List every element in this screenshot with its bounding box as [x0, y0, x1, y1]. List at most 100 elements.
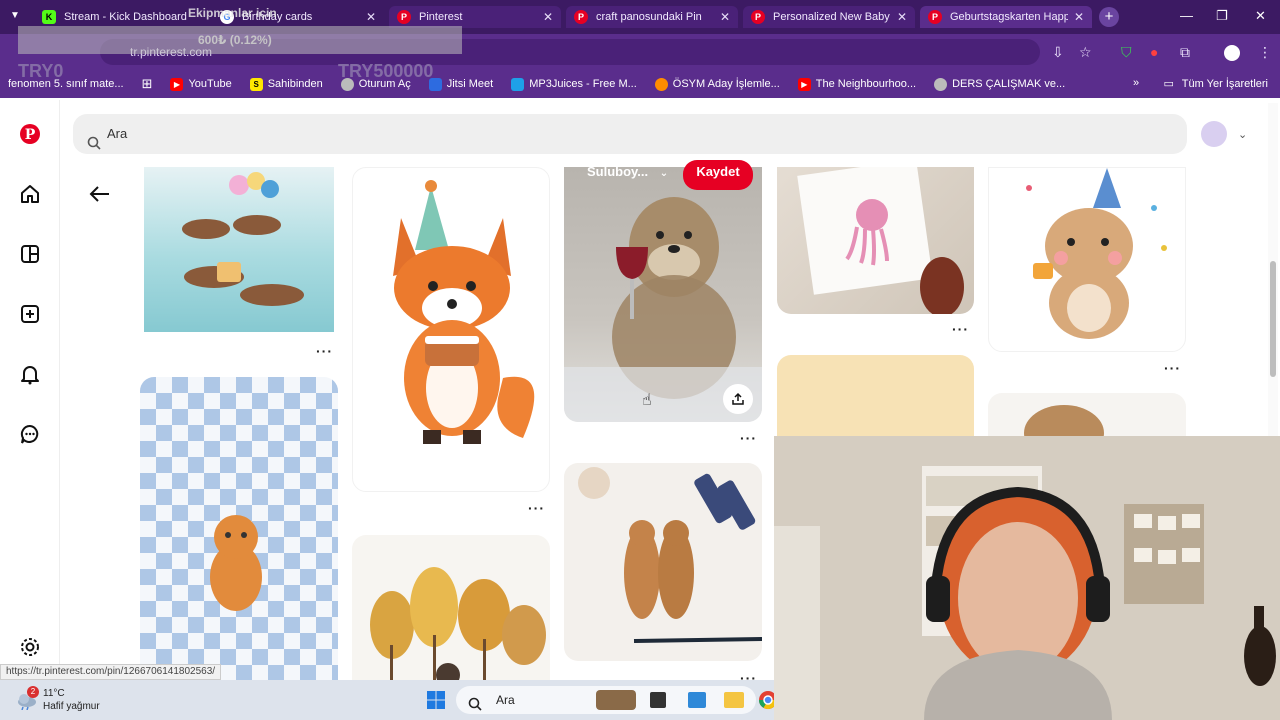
- tab-pinterest[interactable]: P Pinterest ✕: [389, 6, 561, 28]
- pin-more-icon[interactable]: ···: [952, 321, 969, 337]
- kick-icon: K: [42, 10, 56, 24]
- task-view-icon[interactable]: [650, 692, 666, 708]
- save-button[interactable]: Kaydet: [683, 160, 753, 190]
- chevron-down-icon[interactable]: ⌄: [1238, 128, 1247, 141]
- pin-fox-cake[interactable]: [352, 167, 550, 492]
- pinterest-logo-icon[interactable]: P: [18, 122, 42, 146]
- svg-text:P: P: [25, 127, 36, 143]
- tab-geburtstagskarten[interactable]: P Geburtstagskarten Happy ✕: [920, 6, 1092, 28]
- store-icon[interactable]: [688, 692, 706, 708]
- pinterest-icon: P: [751, 10, 765, 24]
- pinterest-icon: P: [928, 10, 942, 24]
- pinterest-icon: P: [397, 10, 411, 24]
- install-icon[interactable]: ⇩: [1052, 44, 1064, 61]
- bookmark-youtube[interactable]: ▶ YouTube: [170, 77, 232, 91]
- bookmark-label: DERS ÇALIŞMAK ve...: [952, 78, 1066, 90]
- notification-badge: 2: [27, 686, 39, 698]
- chrome-taskbar-icon[interactable]: [758, 690, 774, 710]
- create-icon[interactable]: [18, 302, 42, 326]
- bookmark-jitsi[interactable]: Jitsi Meet: [428, 77, 494, 91]
- share-button[interactable]: [723, 384, 753, 414]
- folder-icon: ▭: [1163, 78, 1174, 90]
- mp3juices-icon: [511, 77, 525, 91]
- pin-quokka-party[interactable]: [988, 167, 1186, 352]
- youtube-icon: ▶: [170, 77, 184, 91]
- all-bookmarks[interactable]: ▭ Tüm Yer İşaretleri: [1164, 77, 1268, 90]
- pin-otters-birthday[interactable]: [144, 167, 334, 332]
- tab-kick-dashboard[interactable]: K Stream - Kick Dashboard: [34, 6, 208, 28]
- search-input[interactable]: Ara: [73, 114, 1187, 154]
- settings-gear-icon[interactable]: [18, 635, 42, 659]
- back-arrow-icon[interactable]: [88, 183, 112, 210]
- close-window-icon[interactable]: ✕: [1255, 8, 1266, 24]
- extensions-icon[interactable]: ⧉: [1180, 44, 1190, 61]
- tab-search-icon[interactable]: ▼: [10, 10, 20, 21]
- share-icon: [732, 392, 744, 405]
- tab-baby-card[interactable]: P Personalized New Baby Ca ✕: [743, 6, 915, 28]
- more-bookmarks-icon[interactable]: »: [1133, 77, 1139, 89]
- new-tab-button[interactable]: +: [1099, 7, 1119, 27]
- close-icon[interactable]: ✕: [720, 10, 730, 24]
- bookmark-label: MP3Juices - Free M...: [529, 78, 637, 90]
- notifications-bell-icon[interactable]: [18, 362, 42, 386]
- minimize-icon[interactable]: —: [1180, 8, 1193, 23]
- goal-min-value: TRY0: [18, 61, 64, 81]
- bookmarks-bar: fenomen 5. sınıf mate... ⊞ ▶ YouTube S S…: [0, 70, 1280, 98]
- board-selector[interactable]: Suluboy... ⌄: [587, 164, 668, 179]
- restore-icon[interactable]: ❐: [1216, 8, 1228, 24]
- bookmark-ders[interactable]: DERS ÇALIŞMAK ve...: [934, 77, 1066, 91]
- close-icon[interactable]: ✕: [543, 10, 553, 24]
- profile-avatar-icon[interactable]: [1224, 45, 1240, 61]
- pin-yellow-card[interactable]: [777, 355, 974, 436]
- avatar[interactable]: [1201, 121, 1227, 147]
- pin-octopus-card[interactable]: [777, 167, 974, 314]
- scrollbar-thumb[interactable]: [1270, 261, 1276, 377]
- board-name: Suluboy...: [587, 164, 649, 179]
- bookmark-neighbourhood[interactable]: ▶ The Neighbourhoo...: [797, 77, 917, 91]
- home-icon[interactable]: [18, 182, 42, 206]
- pinterest-icon: P: [574, 10, 588, 24]
- apps-grid-icon[interactable]: ⊞: [142, 76, 153, 92]
- pin-checkered-cat[interactable]: [140, 377, 338, 680]
- windows-start-icon[interactable]: [426, 690, 446, 715]
- pin-image: [370, 567, 546, 680]
- explore-icon[interactable]: [18, 242, 42, 266]
- close-icon[interactable]: ✕: [897, 10, 907, 24]
- pin-image: [140, 377, 338, 680]
- bookmark-mp3juices[interactable]: MP3Juices - Free M...: [511, 77, 637, 91]
- bookmark-label: The Neighbourhoo...: [815, 78, 917, 90]
- pin-more-icon[interactable]: ···: [528, 500, 545, 516]
- chevron-down-icon: ⌄: [659, 168, 669, 179]
- youtube-icon: ▶: [797, 77, 811, 91]
- pin-autumn-trees[interactable]: [352, 535, 550, 680]
- pin-cookie[interactable]: [988, 393, 1186, 436]
- messages-icon[interactable]: [18, 422, 42, 446]
- pin-image: [1026, 168, 1167, 339]
- shield-extension-icon[interactable]: ⛉: [1121, 44, 1132, 61]
- pin-image: [182, 172, 304, 306]
- search-icon: [87, 126, 101, 166]
- pin-more-icon[interactable]: ···: [1164, 360, 1181, 376]
- pin-image: [564, 197, 762, 422]
- pin-otters-holding-hands[interactable]: [564, 463, 762, 661]
- goal-max-value: TRY500000: [338, 61, 434, 81]
- pin-more-icon[interactable]: ···: [316, 343, 333, 359]
- bookmark-label: Jitsi Meet: [446, 78, 494, 90]
- record-extension-icon[interactable]: ●: [1150, 44, 1158, 60]
- goal-amount: 600₺ (0.12%): [198, 33, 272, 47]
- pin-more-icon[interactable]: ···: [740, 430, 757, 446]
- webcam-feed: [774, 436, 1280, 720]
- pinterest-sidebar: P: [0, 100, 60, 680]
- bookmark-osym[interactable]: ÖSYM Aday İşlemle...: [654, 77, 780, 91]
- chrome-menu-icon[interactable]: ⋮: [1258, 44, 1272, 61]
- close-icon[interactable]: ✕: [1074, 10, 1084, 24]
- bookmark-sahibinden[interactable]: S Sahibinden: [249, 77, 323, 91]
- file-explorer-icon[interactable]: [724, 692, 744, 708]
- tab-title: Stream - Kick Dashboard: [64, 11, 187, 23]
- pin-image: [393, 180, 535, 444]
- pin-otter-wine[interactable]: [564, 167, 762, 422]
- bookmark-star-icon[interactable]: ☆: [1079, 44, 1092, 61]
- bookmark-label: ÖSYM Aday İşlemle...: [672, 78, 780, 90]
- close-icon[interactable]: ✕: [366, 10, 376, 24]
- tab-craft-pin[interactable]: P craft panosundaki Pin ✕: [566, 6, 738, 28]
